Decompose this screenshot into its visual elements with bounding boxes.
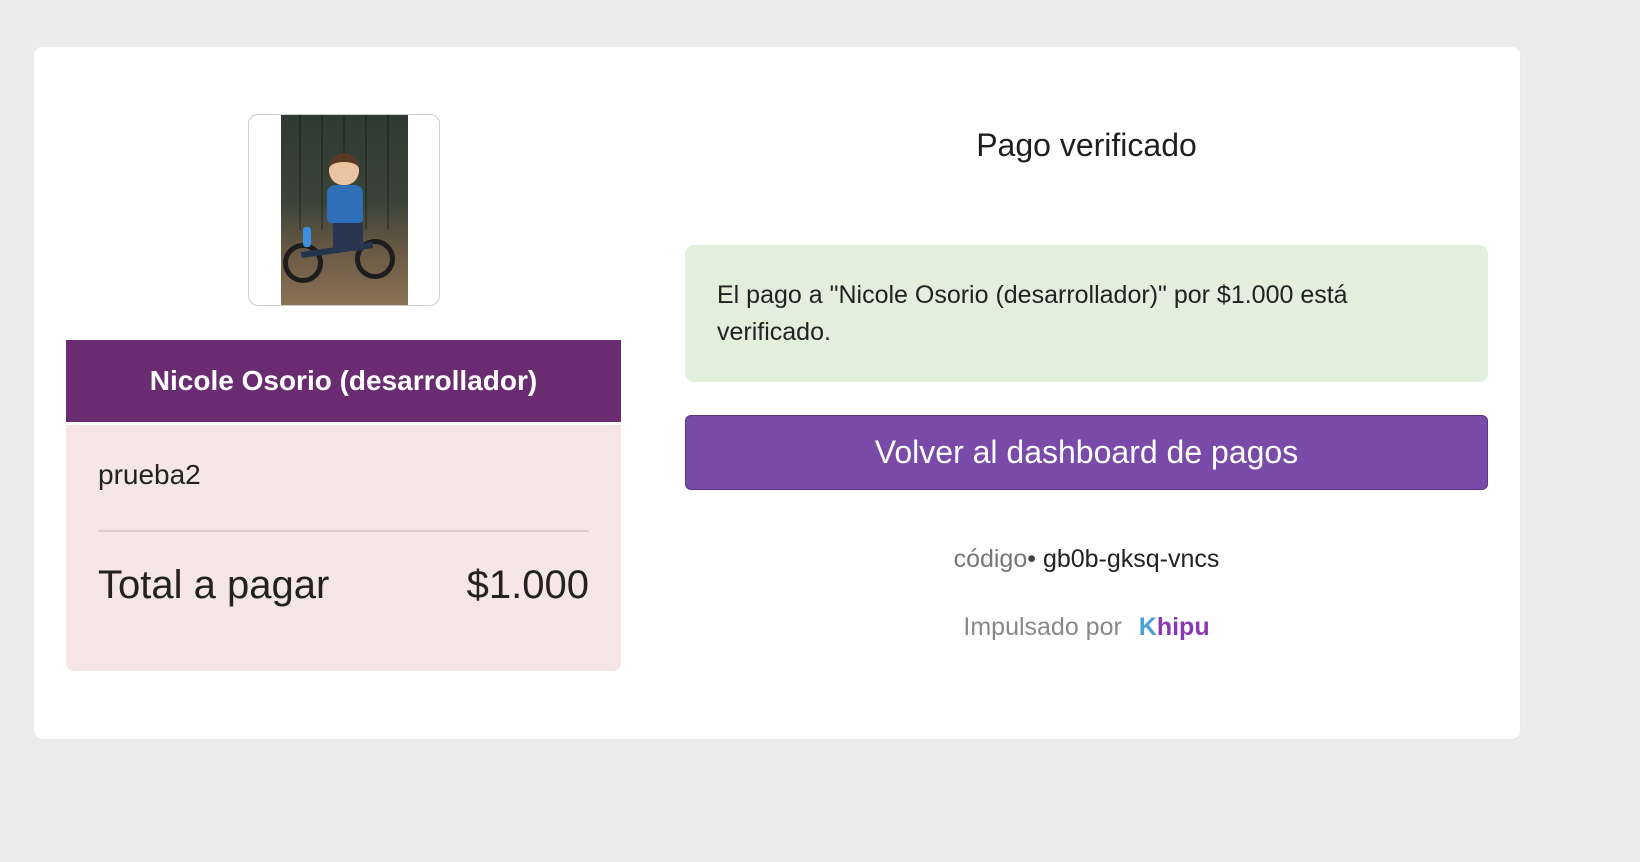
payment-summary-panel: Nicole Osorio (desarrollador) prueba2 To…: [66, 47, 621, 739]
code-separator: •: [1027, 545, 1043, 573]
khipu-logo[interactable]: Khipu: [1139, 613, 1210, 642]
powered-by: Impulsado por Khipu: [685, 613, 1488, 642]
powered-by-label: Impulsado por: [963, 613, 1122, 641]
code-label: código: [953, 545, 1028, 573]
summary-divider: [98, 530, 589, 532]
khipu-logo-k: K: [1138, 613, 1157, 641]
merchant-photo: [281, 115, 408, 305]
order-summary: prueba2 Total a pagar $1.000: [66, 425, 621, 671]
back-to-dashboard-button[interactable]: Volver al dashboard de pagos: [685, 415, 1488, 490]
total-label: Total a pagar: [98, 563, 330, 607]
total-amount: $1.000: [466, 563, 589, 607]
payment-card: Nicole Osorio (desarrollador) prueba2 To…: [34, 47, 1520, 739]
merchant-avatar: [248, 114, 440, 306]
khipu-logo-text: hipu: [1156, 613, 1210, 641]
payment-status-panel: Pago verificado El pago a "Nicole Osorio…: [685, 47, 1488, 739]
status-title: Pago verificado: [976, 127, 1197, 163]
payment-description: prueba2: [98, 459, 201, 490]
merchant-name: Nicole Osorio (desarrollador): [66, 340, 621, 422]
code-value: gb0b-gksq-vncs: [1042, 545, 1220, 573]
payment-code: código• gb0b-gksq-vncs: [685, 545, 1488, 574]
verification-alert: El pago a "Nicole Osorio (desarrollador)…: [685, 245, 1488, 382]
